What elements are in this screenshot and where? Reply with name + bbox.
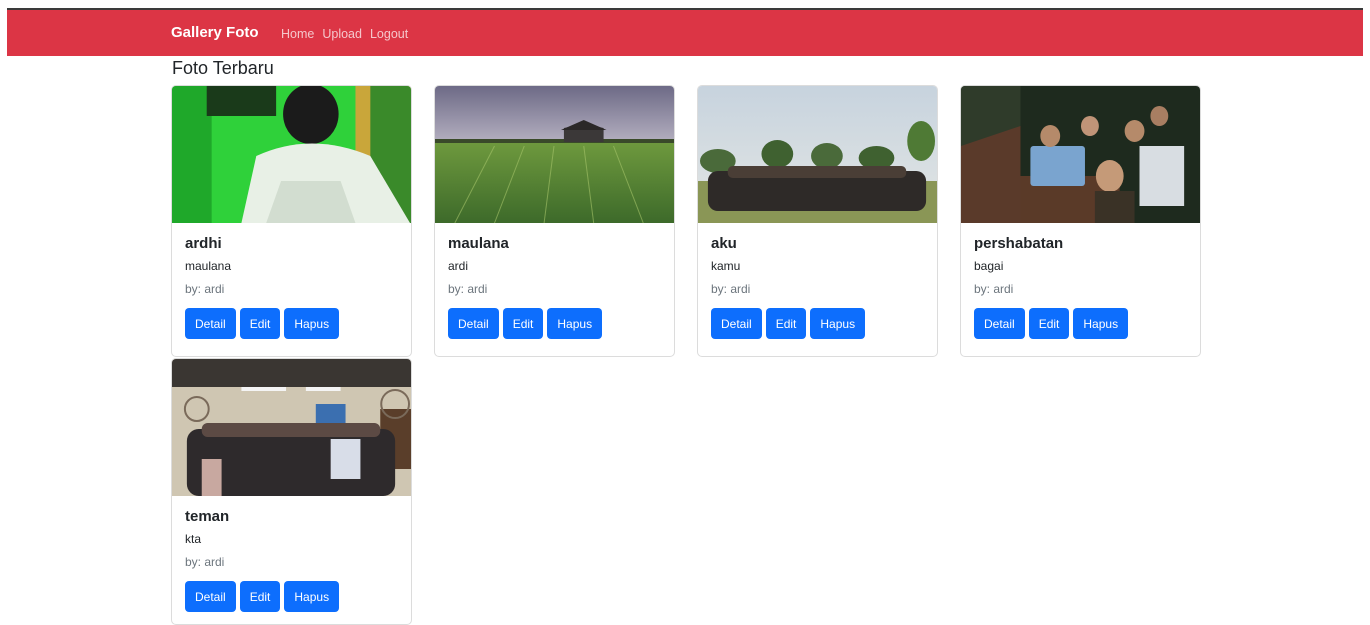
photo-card: maulana ardi by: ardi Detail Edit Hapus	[434, 85, 675, 357]
edit-button[interactable]: Edit	[239, 308, 281, 339]
page-title: Foto Terbaru	[172, 58, 274, 78]
photo-image[interactable]	[172, 86, 411, 223]
card-author: by: ardi	[448, 282, 488, 296]
photo-card: ardhi maulana by: ardi Detail Edit Hapus	[171, 85, 412, 357]
card-title: maulana	[448, 235, 509, 252]
photo-card: teman kta by: ardi Detail Edit Hapus	[171, 358, 412, 625]
card-title: pershabatan	[974, 235, 1064, 252]
card-description: maulana	[185, 259, 232, 273]
card-actions: Detail Edit Hapus	[448, 308, 661, 339]
card-actions: Detail Edit Hapus	[185, 581, 398, 612]
card-author: by: ardi	[974, 282, 1014, 296]
card-description: kta	[185, 532, 202, 546]
detail-button[interactable]: Detail	[185, 308, 236, 339]
brand-link[interactable]: Gallery Foto	[171, 24, 259, 41]
nav-home-link[interactable]: Home	[281, 27, 314, 41]
hapus-button[interactable]: Hapus	[547, 308, 603, 339]
card-actions: Detail Edit Hapus	[974, 308, 1187, 339]
photo-image[interactable]	[435, 86, 674, 223]
card-actions: Detail Edit Hapus	[185, 308, 398, 339]
card-actions: Detail Edit Hapus	[711, 308, 924, 339]
hapus-button[interactable]: Hapus	[284, 308, 340, 339]
detail-button[interactable]: Detail	[974, 308, 1025, 339]
nav-links: Home Upload Logout	[281, 27, 408, 41]
detail-button[interactable]: Detail	[448, 308, 499, 339]
card-author: by: ardi	[185, 555, 225, 569]
photo-image[interactable]	[698, 86, 937, 223]
detail-button[interactable]: Detail	[711, 308, 762, 339]
edit-button[interactable]: Edit	[1028, 308, 1070, 339]
card-title: ardhi	[185, 235, 222, 252]
edit-button[interactable]: Edit	[502, 308, 544, 339]
card-title: teman	[185, 508, 230, 525]
edit-button[interactable]: Edit	[239, 581, 281, 612]
card-description: kamu	[711, 259, 741, 273]
photo-card: aku kamu by: ardi Detail Edit Hapus	[697, 85, 938, 357]
card-description: bagai	[974, 259, 1004, 273]
card-author: by: ardi	[711, 282, 751, 296]
nav-logout-link[interactable]: Logout	[370, 27, 408, 41]
nav-upload-link[interactable]: Upload	[322, 27, 362, 41]
photo-card: pershabatan bagai by: ardi Detail Edit H…	[960, 85, 1201, 357]
photo-image[interactable]	[172, 359, 411, 496]
photo-image[interactable]	[961, 86, 1200, 223]
hapus-button[interactable]: Hapus	[1073, 308, 1129, 339]
card-title: aku	[711, 235, 737, 252]
navbar: Gallery Foto Home Upload Logout	[7, 10, 1363, 56]
card-description: ardi	[448, 259, 469, 273]
detail-button[interactable]: Detail	[185, 581, 236, 612]
hapus-button[interactable]: Hapus	[810, 308, 866, 339]
edit-button[interactable]: Edit	[765, 308, 807, 339]
card-author: by: ardi	[185, 282, 225, 296]
hapus-button[interactable]: Hapus	[284, 581, 340, 612]
